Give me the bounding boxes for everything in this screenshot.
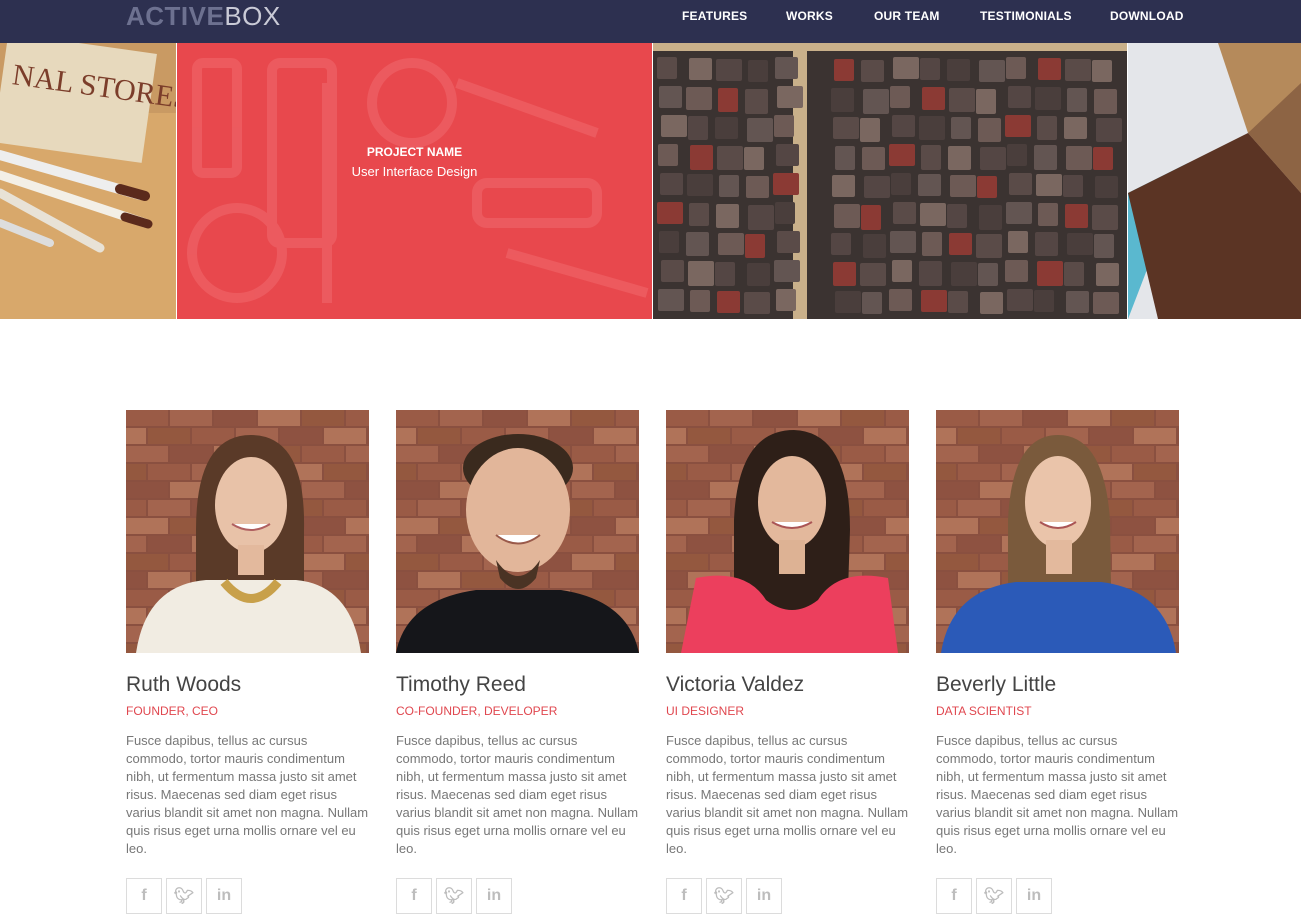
member-name: Beverly Little: [936, 673, 1057, 696]
team-photo: [666, 410, 909, 653]
team-member: Victoria Valdez UI DESIGNER Fusce dapibu…: [666, 410, 909, 914]
team-photo: [396, 410, 639, 653]
logo-bold: ACTIVE: [126, 1, 225, 31]
twitter-icon[interactable]: 🐦︎: [436, 878, 472, 914]
nav-testimonials[interactable]: TESTIMONIALS: [980, 9, 1072, 23]
member-name: Victoria Valdez: [666, 673, 805, 696]
team-member: Ruth Woods FOUNDER, CEO Fusce dapibus, t…: [126, 410, 369, 914]
team-photo: [126, 410, 369, 653]
member-name: Ruth Woods: [126, 673, 242, 696]
member-role: CO-FOUNDER, DEVELOPER: [396, 704, 558, 718]
portfolio-hover-title: PROJECT NAME: [366, 145, 463, 159]
nav-our-team[interactable]: OUR TEAM: [874, 9, 940, 23]
member-role: UI DESIGNER: [666, 704, 745, 718]
team-photo: [936, 410, 1179, 653]
portfolio-strip: NAL STORES PROJECT NAME User Interface D…: [0, 43, 1301, 319]
logo[interactable]: ACTIVEBOX: [126, 2, 281, 30]
linkedin-icon[interactable]: in: [206, 878, 242, 914]
nav-features[interactable]: FEATURES: [682, 9, 747, 23]
linkedin-icon[interactable]: in: [1016, 878, 1052, 914]
team-member: Timothy Reed CO-FOUNDER, DEVELOPER Fusce…: [396, 410, 639, 914]
portfolio-item-pencils[interactable]: NAL STORES: [0, 43, 176, 319]
facebook-icon[interactable]: f: [936, 878, 972, 914]
logo-light: BOX: [224, 1, 281, 31]
nav-download[interactable]: DOWNLOAD: [1110, 9, 1184, 23]
facebook-icon[interactable]: f: [666, 878, 702, 914]
nav-works[interactable]: WORKS: [786, 9, 833, 23]
linkedin-icon[interactable]: in: [746, 878, 782, 914]
portfolio-item-letterpress[interactable]: [653, 43, 1127, 319]
facebook-icon[interactable]: f: [396, 878, 432, 914]
portfolio-hover-subtitle: User Interface Design: [351, 164, 478, 179]
member-socials: f 🐦︎ in: [936, 878, 1179, 914]
member-socials: f 🐦︎ in: [126, 878, 369, 914]
facebook-icon[interactable]: f: [126, 878, 162, 914]
member-bio: Fusce dapibus, tellus ac cursus commodo,…: [666, 733, 909, 856]
twitter-icon[interactable]: 🐦︎: [976, 878, 1012, 914]
twitter-icon[interactable]: 🐦︎: [166, 878, 202, 914]
twitter-icon[interactable]: 🐦︎: [706, 878, 742, 914]
member-socials: f 🐦︎ in: [396, 878, 639, 914]
member-role: FOUNDER, CEO: [126, 704, 219, 718]
linkedin-icon[interactable]: in: [476, 878, 512, 914]
member-socials: f 🐦︎ in: [666, 878, 909, 914]
member-name: Timothy Reed: [396, 673, 526, 696]
portfolio-item-wood[interactable]: [1128, 43, 1301, 319]
member-bio: Fusce dapibus, tellus ac cursus commodo,…: [126, 733, 369, 856]
member-bio: Fusce dapibus, tellus ac cursus commodo,…: [936, 733, 1179, 856]
navbar: ACTIVEBOX FEATURES WORKS OUR TEAM TESTIM…: [0, 0, 1301, 43]
team-member: Beverly Little DATA SCIENTIST Fusce dapi…: [936, 410, 1179, 914]
member-role: DATA SCIENTIST: [936, 704, 1032, 718]
portfolio-item-tools[interactable]: PROJECT NAME User Interface Design: [177, 43, 652, 319]
member-bio: Fusce dapibus, tellus ac cursus commodo,…: [396, 733, 639, 856]
